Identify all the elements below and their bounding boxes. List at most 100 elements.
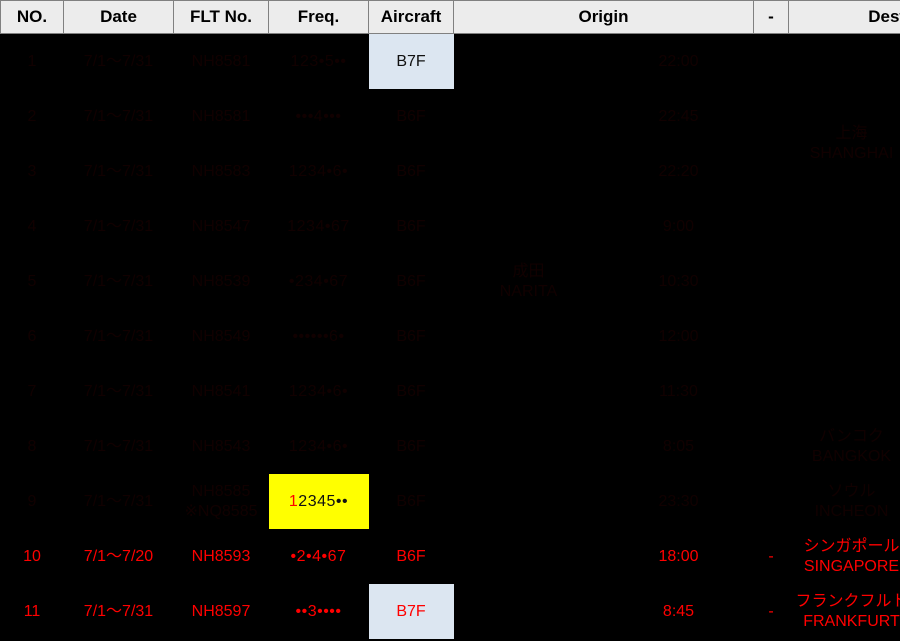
cell-freq: •2•4•67 — [290, 547, 347, 565]
cell-date: 7/1〜7/31 — [83, 217, 154, 235]
cell-no: 7 — [27, 382, 37, 400]
destination-en: FRANKFURT — [803, 612, 900, 630]
cell-flt-no: NH8541 — [191, 382, 251, 400]
cell-freq: 1234•6• — [288, 162, 349, 180]
table-row[interactable]: 77/1〜7/31NH85411234•6•B6F11:3015:15 — [1, 364, 900, 419]
column-header-no[interactable]: NO. — [0, 0, 64, 34]
destination-jp: 上海 — [835, 125, 868, 142]
cell-freq-highlighted: 12345•• — [268, 474, 369, 529]
cell-departure-time: 8:05 — [662, 437, 695, 455]
cell-no: 11 — [23, 602, 41, 620]
destination-jp: ソウル — [827, 482, 876, 500]
cell-flt-no: NH8539 — [191, 272, 251, 290]
cell-aircraft: B6F — [396, 327, 426, 345]
cell-date: 7/1〜7/31 — [83, 492, 154, 510]
cell-dash — [754, 474, 789, 529]
table-header: NO. Date FLT No. Freq. Aircraft Origin -… — [0, 0, 900, 34]
cell-freq: •234•67 — [288, 272, 349, 290]
cell-freq: 1234•67 — [287, 217, 350, 235]
cell-dash: - — [768, 547, 774, 565]
table-row[interactable]: 9 7/1〜7/31 NH8585 ※NQ8585 12345•• B6F 23:30 ソウル… — [1, 474, 900, 529]
column-header-aircraft[interactable]: Aircraft — [368, 0, 454, 34]
cell-flt-no: NH8549 — [191, 327, 251, 345]
cell-aircraft: B6F — [396, 272, 426, 290]
cell-date: 7/1〜7/31 — [83, 602, 154, 620]
cell-aircraft-highlighted: B7F — [368, 584, 454, 639]
destination-en: BANGKOK — [811, 447, 892, 465]
cell-no: 8 — [27, 437, 37, 455]
cell-no: 10 — [23, 547, 41, 565]
destination-en: SHANGHAI — [809, 145, 894, 162]
cell-date: 7/1〜7/31 — [83, 52, 154, 70]
origin-en: NARITA — [499, 282, 558, 300]
column-header-origin[interactable]: Origin — [453, 0, 754, 34]
column-header-flt-no[interactable]: FLT No. — [173, 0, 269, 34]
destination-en: SINGAPORE — [803, 557, 900, 575]
flt-no-primary: NH8585 — [191, 482, 251, 500]
column-header-destination[interactable]: Destination — [788, 0, 900, 34]
cell-date: 7/1〜7/31 — [83, 327, 154, 345]
table-row[interactable]: 11 7/1〜7/31 NH8597 ••3•••• B7F 8:45 - フランクフルト FR… — [1, 584, 900, 639]
cell-destination: 上海 SHANGHAI — [789, 89, 900, 199]
destination-jp: バンコク — [819, 427, 884, 445]
cell-dash — [754, 199, 789, 254]
cell-aircraft: B6F — [396, 162, 426, 180]
flt-no-secondary: ※NQ8585 — [184, 502, 258, 520]
table-row[interactable]: 17/1〜7/31NH8581123•5••B7F成田NARITA22:000:… — [1, 33, 900, 300]
cell-flt-no: NH8581 — [191, 107, 251, 125]
table-row[interactable]: 57/1〜7/31NH8539•234•67B6F10:3013:15 — [1, 254, 900, 309]
cell-destination: フランクフルト FRANKFURT — [789, 584, 900, 639]
table-row[interactable]: 67/1〜7/31NH8549••••••6•B6F12:0014:45 — [1, 309, 900, 364]
cell-no: 3 — [27, 162, 37, 180]
cell-flt-no: NH8593 — [191, 547, 251, 565]
cell-flt-no: NH8597 — [191, 602, 251, 620]
cell-dash — [754, 419, 789, 474]
table-row[interactable]: 10 7/1〜7/20 NH8593 •2•4•67 B6F 18:00 - シンガポール SI… — [1, 529, 900, 584]
cell-freq: 123•5•• — [290, 52, 347, 70]
cell-date: 7/1〜7/31 — [83, 382, 154, 400]
flight-schedule-table: NO. Date FLT No. Freq. Aircraft Origin -… — [0, 0, 900, 639]
destination-jp: フランクフルト — [795, 592, 900, 610]
table-row[interactable]: 47/1〜7/31NH85471234•67B6F9:0011:20 — [1, 199, 900, 254]
cell-aircraft: B6F — [396, 107, 426, 125]
cell-departure-time: 18:00 — [658, 547, 699, 565]
cell-aircraft: B6F — [396, 382, 426, 400]
table-body: 17/1〜7/31NH8581123•5••B7F成田NARITA22:000:… — [1, 33, 900, 639]
cell-aircraft: B6F — [396, 437, 426, 455]
cell-no: 9 — [27, 492, 37, 510]
table-row[interactable]: 8 7/1〜7/31 NH8543 1234•6• B6F 8:05 バンコク BANGKOK… — [1, 419, 900, 474]
table-row[interactable]: 2 7/1〜7/31 NH8581 •••4••• B6F 22:45 上海 SHANGHAI… — [1, 89, 900, 163]
cell-no: 4 — [27, 217, 37, 235]
cell-no: 1 — [27, 52, 37, 70]
cell-origin-empty — [454, 529, 604, 584]
cell-destination — [789, 309, 900, 419]
table-header-row: NO. Date FLT No. Freq. Aircraft Origin -… — [0, 0, 900, 34]
cell-flt-no: NH8583 — [191, 162, 251, 180]
cell-date: 7/1〜7/31 — [83, 162, 154, 180]
cell-departure-time: 11:30 — [659, 382, 698, 400]
cell-dash — [754, 309, 789, 364]
cell-date: 7/1〜7/31 — [83, 107, 154, 125]
cell-departure-time: 22:00 — [658, 52, 699, 70]
cell-aircraft-highlighted: B7F — [368, 33, 454, 89]
cell-freq: •••4••• — [295, 107, 342, 125]
cell-dash — [754, 364, 789, 419]
cell-date: 7/1〜7/31 — [83, 437, 154, 455]
column-header-date[interactable]: Date — [63, 0, 174, 34]
cell-flt-no: NH8547 — [191, 217, 251, 235]
cell-dash — [754, 254, 789, 309]
cell-destination: ソウル INCHEON — [789, 474, 900, 529]
origin-jp: 成田 — [512, 262, 545, 280]
cell-freq: ••••••6• — [292, 327, 345, 345]
cell-origin-empty — [454, 584, 604, 639]
cell-departure-time: 22:20 — [658, 162, 699, 180]
cell-dash — [754, 144, 789, 199]
cell-departure-time: 10:30 — [658, 272, 699, 290]
table-row[interactable]: 37/1〜7/31NH85831234•6•B6F22:201:00+1 — [1, 144, 900, 199]
destination-jp: シンガポール — [803, 537, 900, 555]
column-header-dash[interactable]: - — [753, 0, 789, 34]
cell-freq: 1234•6• — [288, 382, 349, 400]
column-header-freq[interactable]: Freq. — [268, 0, 369, 34]
cell-dash — [754, 89, 789, 144]
cell-flt-no: NH8585 ※NQ8585 — [174, 474, 269, 529]
